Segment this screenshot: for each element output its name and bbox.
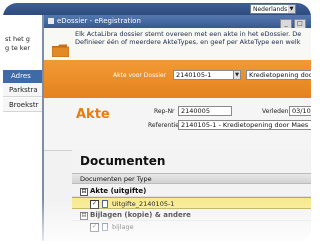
documents-heading: Documenten (80, 154, 166, 168)
background-row[interactable]: Broekstr (3, 98, 45, 112)
rep-nr-field[interactable]: 2140005 (178, 106, 232, 116)
chevron-down-icon[interactable]: ▼ (233, 70, 241, 80)
background-text: st het g g te ker (5, 35, 30, 53)
documents-panel: Documenten Documenten per Type ⊟ Akte (ui… (72, 150, 311, 241)
window-title: eDossier - eRegistration (57, 17, 141, 25)
rep-nr-label: Rep-Nr (154, 108, 175, 115)
dossier-bar: Akte voor Dossier 2140105-1 ▼ Kredietope… (44, 60, 311, 98)
akte-heading: Akte (76, 107, 110, 122)
intro-text: Elk ActaLibra dossier stemt overeen met … (75, 30, 311, 46)
intro-line: Definieer één of meerdere AkteTypes, en … (75, 38, 301, 46)
intro-line: Elk ActaLibra dossier stemt overeen met … (75, 30, 302, 38)
intro-panel: Elk ActaLibra dossier stemt overeen met … (44, 28, 311, 60)
screen-frame: Nederlands ▼ st het g g te ker Adres Par… (3, 3, 311, 241)
document-row[interactable]: ✓ bijlage (72, 221, 311, 233)
edossier-dialog: eDossier - eRegistration _ □ Elk ActaLibr… (42, 15, 311, 241)
checkbox[interactable]: ✓ (90, 200, 99, 209)
language-value: Nederlands (253, 6, 288, 13)
background-column-header: Adres (3, 70, 45, 83)
collapse-icon[interactable]: ⊟ (80, 188, 88, 196)
akte-section: Akte Rep-Nr 2140005 Verleden 03/10/2 Ref… (44, 98, 311, 151)
document-icon (102, 200, 108, 208)
group-label: Bijlagen (kopie) & andere (90, 211, 191, 219)
chevron-down-icon: ▼ (288, 5, 295, 13)
background-app-panel: st het g g te ker Adres Parkstra Broekst… (3, 15, 45, 241)
group-akte-uitgifte[interactable]: ⊟ Akte (uitgifte) (72, 185, 311, 197)
background-text-line: g te ker (5, 44, 31, 52)
dossier-label: Akte voor Dossier (113, 72, 167, 79)
collapse-icon[interactable]: ⊟ (80, 212, 88, 220)
referentie-label: Referentie (148, 122, 179, 129)
document-name: bijlage (112, 223, 134, 231)
verleden-date-field[interactable]: 03/10/2 (289, 106, 311, 116)
document-icon (102, 223, 108, 231)
dossier-description-field[interactable]: Kredietopening door M (246, 70, 311, 80)
background-text-line: st het g (5, 35, 30, 43)
group-bijlagen[interactable]: ⊟ Bijlagen (kopie) & andere (72, 209, 311, 221)
group-label: Akte (uitgifte) (90, 187, 147, 195)
checkbox[interactable]: ✓ (90, 223, 99, 232)
verleden-label: Verleden (262, 108, 289, 115)
folder-icon (52, 44, 69, 57)
background-row[interactable]: Parkstra (3, 83, 45, 97)
dossier-select[interactable]: 2140105-1 (173, 70, 234, 80)
document-row[interactable]: ✓ Uitgifte_2140105-1 (72, 197, 311, 209)
language-select[interactable]: Nederlands ▼ (250, 4, 296, 14)
column-header-documents-per-type[interactable]: Documenten per Type (72, 173, 311, 184)
referentie-field[interactable]: 2140105-1 - Kredietopening door Maes (178, 120, 311, 130)
window-icon (48, 18, 54, 24)
title-bar: eDossier - eRegistration _ □ (44, 15, 311, 29)
top-strip: Nederlands ▼ (3, 3, 311, 15)
